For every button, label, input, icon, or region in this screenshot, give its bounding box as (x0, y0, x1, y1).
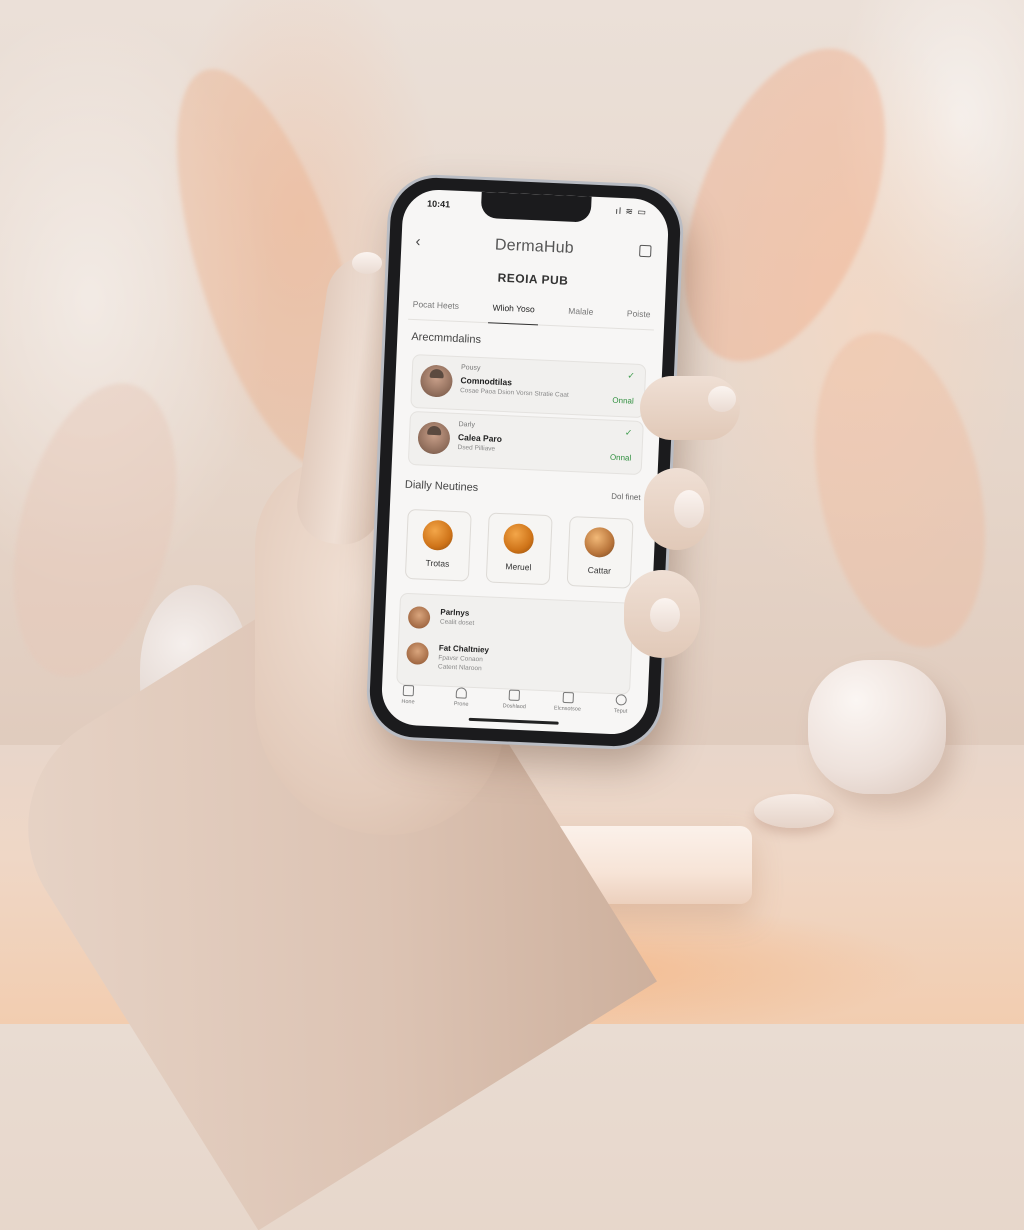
tab-4[interactable]: Poiste (622, 304, 655, 329)
list-item[interactable]: Fat Chaltniey Fpavsr Conaon Catent Nlaro… (406, 638, 623, 681)
rec-desc: Dsed Pilliave (457, 444, 496, 453)
product-list: Parlnys Cealit doset Fat Chaltniey Fpavs… (396, 592, 634, 695)
routine-icon (503, 523, 535, 555)
list-item-subtitle: Cealit doset (439, 618, 475, 627)
avatar (406, 642, 430, 665)
status-icons: ıl ≋ ▭ (615, 205, 648, 218)
routine-icon (422, 519, 454, 551)
nav-camera[interactable]: Elcnsotsoe (545, 691, 590, 723)
nav-alerts[interactable]: Prone (439, 687, 484, 719)
status-badge: Onnal (612, 395, 634, 406)
phone: 10:41 ıl ≋ ▭ ‹ DermaHub REOIA PUB Pocat … (367, 175, 683, 749)
routine-card[interactable]: Meruel (485, 512, 553, 586)
fingernail (674, 490, 704, 528)
avatar (417, 421, 451, 455)
profile-icon (615, 694, 627, 706)
nav-profile[interactable]: Teput (598, 693, 643, 725)
geometric-orb (808, 660, 946, 794)
share-icon[interactable] (639, 244, 652, 258)
list-item-subtitle: Fpavsr Conaon (438, 654, 483, 664)
app-title: DermaHub (494, 236, 575, 257)
routine-card[interactable]: Cattar (566, 516, 634, 589)
rec-desc: Cosae Paoa Dsion Vorsn Stratie Caat (459, 387, 569, 399)
tab-1[interactable]: Pocat Heets (408, 295, 463, 321)
fingernail (650, 598, 680, 632)
routine-label: Cattar (587, 564, 612, 576)
tab-bar: Pocat Heets Wlioh Yoso Malale Poiste (408, 294, 655, 331)
fingernail (708, 386, 736, 412)
status-badge: Onnal (609, 452, 632, 463)
recommendations-title: Arecmmdalins (411, 330, 482, 346)
nav-home[interactable]: Hone (385, 684, 430, 716)
tab-3[interactable]: Malale (564, 302, 598, 327)
bell-icon (455, 687, 468, 699)
camera-icon (562, 691, 574, 704)
nav-label: Prone (453, 701, 469, 708)
cup-icon (509, 689, 521, 702)
thumbnail (352, 252, 382, 274)
routine-label: Meruel (505, 561, 532, 573)
nav-label: Doshlaod (502, 703, 527, 711)
recommendation-card[interactable]: Pousy Comnodtilas Cosae Paoa Dsion Vorsn… (410, 353, 647, 419)
nav-label: Hone (401, 698, 415, 706)
routine-label: Trotas (425, 557, 450, 569)
rec-tag: Pousy (460, 364, 481, 372)
check-icon: ✓ (624, 427, 633, 438)
list-item-title: Parlnys (440, 607, 470, 618)
recommendation-card[interactable]: Darly Calea Paro Dsed Pilliave ✓ Onnal (407, 410, 644, 476)
list-item-title: Fat Chaltniey (438, 643, 490, 655)
check-icon: ✓ (627, 370, 636, 381)
nav-download[interactable]: Doshlaod (492, 689, 537, 721)
routines-link[interactable]: Dol finet (611, 492, 641, 502)
phone-screen: 10:41 ıl ≋ ▭ ‹ DermaHub REOIA PUB Pocat … (380, 188, 670, 736)
avatar (419, 364, 454, 398)
page-subtitle: REOIA PUB (497, 270, 569, 288)
notch (480, 191, 592, 223)
small-disc (754, 794, 834, 828)
status-time: 10:41 (426, 198, 451, 210)
routines-title: Dially Neutines (404, 478, 479, 494)
avatar (407, 606, 431, 629)
list-item-detail: Catent Nlaroon (437, 663, 482, 673)
tab-2[interactable]: Wlioh Yoso (487, 298, 540, 326)
rec-tag: Darly (458, 421, 476, 429)
nav-label: Teput (613, 708, 628, 715)
routine-card[interactable]: Trotas (404, 508, 472, 582)
routine-icon (583, 526, 616, 558)
nav-header: ‹ DermaHub (401, 226, 668, 268)
home-icon (402, 684, 415, 697)
rec-name: Comnodtilas (460, 375, 513, 388)
rec-name: Calea Paro (457, 432, 503, 444)
nav-label: Elcnsotsoe (553, 705, 581, 713)
